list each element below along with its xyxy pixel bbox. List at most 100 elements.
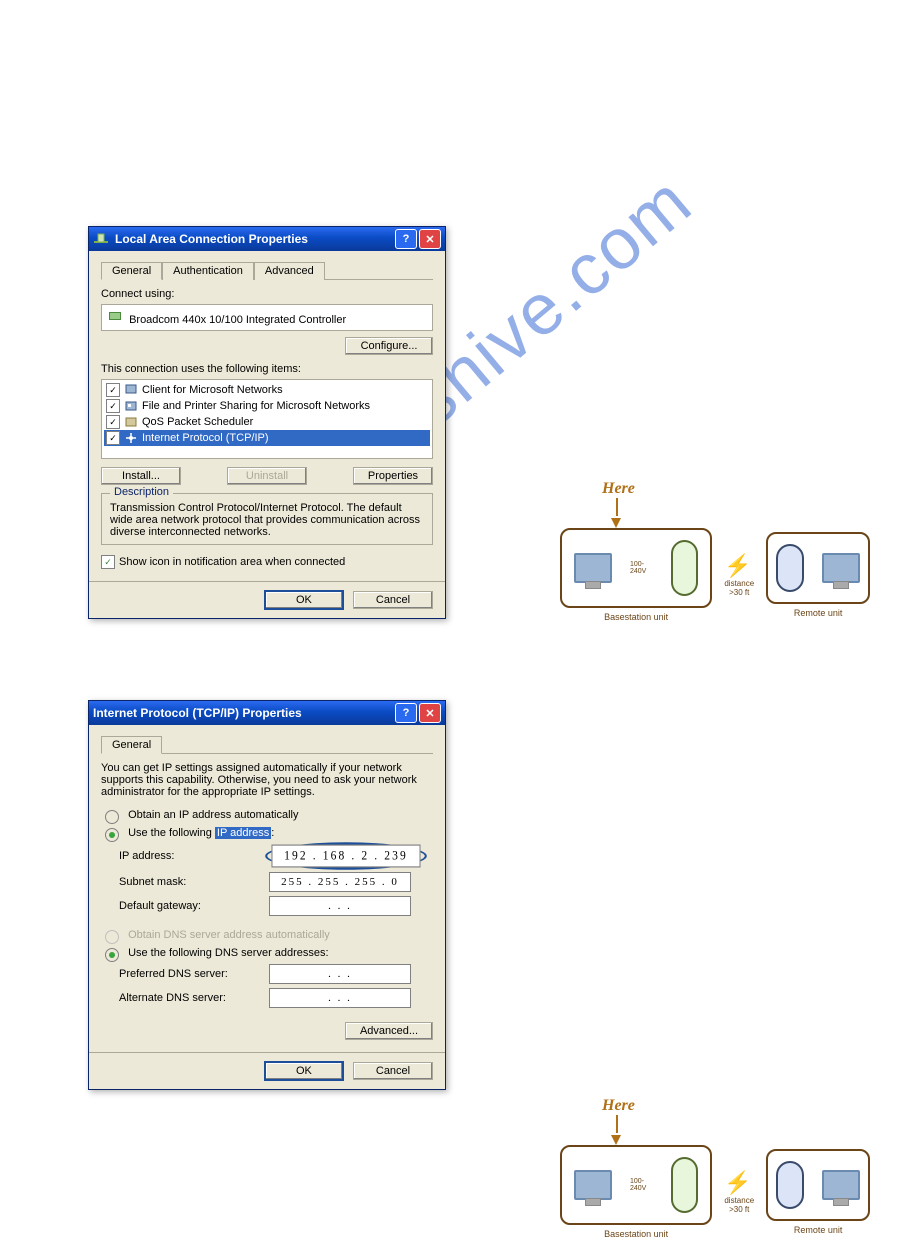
antenna-icon [671, 540, 698, 596]
nic-icon [93, 231, 109, 247]
ip-highlight-circle: 192 . 168 . 2 . 239 [265, 842, 427, 870]
list-item[interactable]: Internet Protocol (TCP/IP) [104, 430, 430, 446]
voltage-label: 100-240V [630, 1178, 653, 1192]
adapter-name: Broadcom 440x 10/100 Integrated Controll… [129, 314, 346, 326]
basestation-box: 100-240V [560, 1145, 712, 1225]
checkbox-icon[interactable] [106, 431, 120, 445]
tab-general[interactable]: General [101, 262, 162, 280]
pc-icon [822, 1170, 860, 1200]
cancel-button[interactable]: Cancel [353, 1062, 433, 1080]
lan-tabs: General Authentication Advanced [101, 261, 433, 280]
subnet-label: Subnet mask: [119, 876, 269, 888]
gateway-label: Default gateway: [119, 900, 269, 912]
option-label: Use the following DNS server addresses: [128, 947, 329, 959]
pc-icon [574, 1170, 612, 1200]
option-label: Use the following IP address: [128, 827, 274, 839]
remote-label: Remote unit [766, 608, 870, 618]
obtain-ip-auto-option[interactable]: Obtain an IP address automatically [105, 808, 433, 822]
list-item[interactable]: QoS Packet Scheduler [104, 414, 430, 430]
radio-icon[interactable] [105, 948, 119, 962]
adapter-field: Broadcom 440x 10/100 Integrated Controll… [101, 304, 433, 331]
tcpip-tabs: General [101, 735, 433, 754]
properties-button[interactable]: Properties [353, 467, 433, 485]
remote-label: Remote unit [766, 1225, 870, 1235]
ok-button[interactable]: OK [264, 590, 344, 610]
checkbox-icon[interactable] [106, 383, 120, 397]
tcpip-titlebar[interactable]: Internet Protocol (TCP/IP) Properties ? … [89, 701, 445, 725]
configure-button[interactable]: Configure... [345, 337, 433, 355]
radio-icon[interactable] [105, 828, 119, 842]
show-icon-label: Show icon in notification area when conn… [119, 556, 345, 568]
install-button[interactable]: Install... [101, 467, 181, 485]
checkbox-icon[interactable] [106, 415, 120, 429]
wireless-link-icon [724, 553, 754, 579]
list-item-label: Client for Microsoft Networks [142, 384, 283, 396]
ok-button[interactable]: OK [264, 1061, 344, 1081]
tab-advanced[interactable]: Advanced [254, 262, 325, 280]
tab-general[interactable]: General [101, 736, 162, 754]
basestation-box: 100-240V [560, 528, 712, 608]
qos-icon [124, 415, 138, 429]
description-group: Description Transmission Control Protoco… [101, 493, 433, 545]
radio-icon[interactable] [105, 810, 119, 824]
voltage-label: 100-240V [630, 561, 653, 575]
pref-dns-row: Preferred DNS server: . . . [119, 964, 433, 984]
gateway-input[interactable]: . . . [269, 896, 411, 916]
antenna-icon [671, 1157, 698, 1213]
ip-address-label: IP address: [119, 850, 269, 862]
ip-address-highlight: IP address [215, 827, 271, 839]
intro-text: You can get IP settings assigned automat… [101, 762, 433, 798]
use-static-ip-option[interactable]: Use the following IP address: [105, 826, 433, 840]
uninstall-button: Uninstall [227, 467, 307, 485]
description-legend: Description [110, 486, 173, 498]
items-label: This connection uses the following items… [101, 363, 433, 375]
antenna-icon [776, 1161, 804, 1209]
obtain-dns-auto-option: Obtain DNS server address automatically [105, 928, 433, 942]
alt-dns-row: Alternate DNS server: . . . [119, 988, 433, 1008]
close-button[interactable]: ✕ [419, 703, 441, 723]
subnet-input[interactable]: 255 . 255 . 255 . 0 [269, 872, 411, 892]
alt-dns-input[interactable]: . . . [269, 988, 411, 1008]
nic-card-icon [108, 309, 122, 323]
pref-dns-input[interactable]: . . . [269, 964, 411, 984]
ip-address-input[interactable]: 192 . 168 . 2 . 239 [271, 845, 420, 868]
radio-icon [105, 930, 119, 944]
alt-dns-label: Alternate DNS server: [119, 992, 269, 1004]
help-button[interactable]: ? [395, 703, 417, 723]
lan-titlebar[interactable]: Local Area Connection Properties ? ✕ [89, 227, 445, 251]
basestation-label: Basestation unit [560, 1229, 712, 1239]
lan-properties-dialog: Local Area Connection Properties ? ✕ Gen… [88, 226, 446, 619]
distance-label: distance >30 ft [724, 579, 754, 597]
basestation-label: Basestation unit [560, 612, 712, 622]
help-button[interactable]: ? [395, 229, 417, 249]
connection-items-list[interactable]: Client for Microsoft Networks File and P… [101, 379, 433, 459]
advanced-button[interactable]: Advanced... [345, 1022, 433, 1040]
here-label: Here [602, 1097, 860, 1115]
lan-footer: OK Cancel [89, 581, 445, 618]
option-label: Obtain an IP address automatically [128, 809, 298, 821]
checkbox-icon[interactable] [106, 399, 120, 413]
tab-authentication[interactable]: Authentication [162, 262, 254, 280]
list-item-label: Internet Protocol (TCP/IP) [142, 432, 269, 444]
share-icon [124, 399, 138, 413]
tcpip-footer: OK Cancel [89, 1052, 445, 1089]
gateway-row: Default gateway: . . . [119, 896, 433, 916]
use-static-dns-option[interactable]: Use the following DNS server addresses: [105, 946, 433, 960]
connect-using-label: Connect using: [101, 288, 433, 300]
list-item[interactable]: File and Printer Sharing for Microsoft N… [104, 398, 430, 414]
ip-address-row: IP address: 192 . 168 . 2 . 239 [119, 844, 433, 868]
list-item-label: File and Printer Sharing for Microsoft N… [142, 400, 370, 412]
description-text: Transmission Control Protocol/Internet P… [110, 502, 424, 538]
close-button[interactable]: ✕ [419, 229, 441, 249]
list-item[interactable]: Client for Microsoft Networks [104, 382, 430, 398]
pref-dns-label: Preferred DNS server: [119, 968, 269, 980]
subnet-row: Subnet mask: 255 . 255 . 255 . 0 [119, 872, 433, 892]
pc-icon [822, 553, 860, 583]
tcpip-properties-dialog: Internet Protocol (TCP/IP) Properties ? … [88, 700, 446, 1090]
list-item-label: QoS Packet Scheduler [142, 416, 253, 428]
cancel-button[interactable]: Cancel [353, 591, 433, 609]
distance-label: distance >30 ft [724, 1196, 754, 1214]
wireless-link-icon [724, 1170, 754, 1196]
show-icon-checkbox[interactable] [101, 555, 115, 569]
protocol-icon [124, 431, 138, 445]
